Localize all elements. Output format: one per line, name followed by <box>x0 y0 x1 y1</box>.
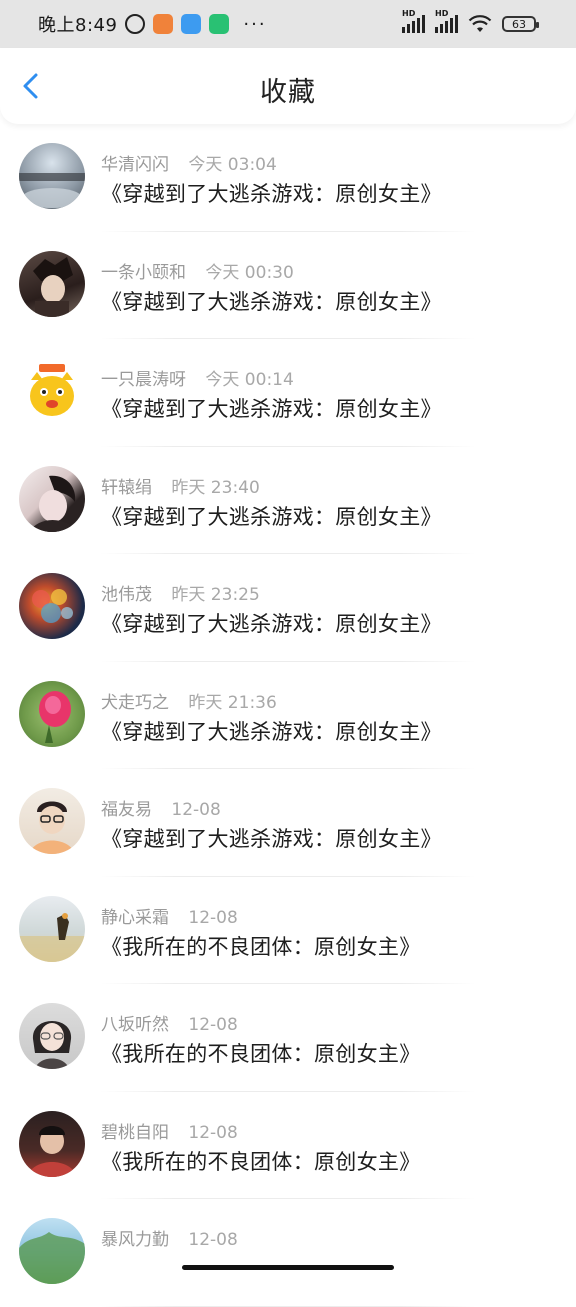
user-name[interactable]: 轩辕绢 <box>101 478 152 498</box>
timestamp: 12-08 <box>171 800 221 820</box>
user-name[interactable]: 碧桃自阳 <box>101 1123 169 1143</box>
item-title[interactable]: 《穿越到了大逃杀游戏：原创女主》 <box>101 178 442 208</box>
user-name[interactable]: 犬走巧之 <box>101 693 169 713</box>
item-title[interactable]: 《穿越到了大逃杀游戏：原创女主》 <box>101 823 442 853</box>
avatar[interactable] <box>19 358 85 424</box>
hd-label-2: HD <box>435 9 449 18</box>
timestamp: 昨天 23:25 <box>171 585 260 605</box>
user-name[interactable]: 池伟茂 <box>101 585 152 605</box>
timestamp: 昨天 21:36 <box>188 692 277 713</box>
item-meta: 静心采霜 12-08 <box>101 903 238 928</box>
item-meta: 暴风力勤 12-08 <box>101 1225 238 1250</box>
user-name[interactable]: 静心采霜 <box>101 908 169 928</box>
list-item[interactable]: 八坂听然 12-08 《我所在的不良团体：原创女主》 <box>0 984 576 1092</box>
cloud-notification-icon <box>181 14 202 34</box>
item-meta: 轩辕绢 昨天 23:40 <box>101 473 260 498</box>
item-meta: 犬走巧之 昨天 21:36 <box>101 688 277 713</box>
list-item[interactable]: 一条小颐和 今天 00:30 《穿越到了大逃杀游戏：原创女主》 <box>0 232 576 340</box>
avatar[interactable] <box>19 250 85 317</box>
timestamp: 12-08 <box>188 1230 238 1250</box>
avatar[interactable] <box>19 1003 85 1069</box>
shield-notification-icon <box>209 14 230 34</box>
item-meta: 一只晨涛呀 今天 00:14 <box>101 365 294 390</box>
item-title[interactable]: 《穿越到了大逃杀游戏：原创女主》 <box>101 716 442 746</box>
item-title[interactable]: 《穿越到了大逃杀游戏：原创女主》 <box>101 608 442 638</box>
item-meta: 碧桃自阳 12-08 <box>101 1118 238 1143</box>
list-item[interactable]: 犬走巧之 昨天 21:36 《穿越到了大逃杀游戏：原创女主》 <box>0 662 576 770</box>
favorites-list: 华清闪闪 今天 03:04 《穿越到了大逃杀游戏：原创女主》 一条小颐和 今天 … <box>0 124 576 1307</box>
avatar[interactable] <box>19 895 85 962</box>
avatar[interactable] <box>19 788 85 854</box>
user-name[interactable]: 一只晨涛呀 <box>101 370 186 390</box>
avatar[interactable] <box>19 1110 85 1177</box>
avatar[interactable] <box>19 573 85 639</box>
avatar[interactable] <box>19 465 85 532</box>
timestamp: 12-08 <box>188 1015 238 1035</box>
item-meta: 福友易 12-08 <box>101 795 221 820</box>
list-item[interactable]: 轩辕绢 昨天 23:40 《穿越到了大逃杀游戏：原创女主》 <box>0 447 576 555</box>
list-item[interactable]: 池伟茂 昨天 23:25 《穿越到了大逃杀游戏：原创女主》 <box>0 554 576 662</box>
hd-label: HD <box>402 9 416 18</box>
status-bar: 晚上8:49 ··· HD HD 63 <box>0 0 576 48</box>
user-name[interactable]: 暴风力勤 <box>101 1230 169 1250</box>
user-name[interactable]: 华清闪闪 <box>101 155 169 175</box>
timestamp: 今天 03:04 <box>188 155 277 175</box>
item-title[interactable]: 《穿越到了大逃杀游戏：原创女主》 <box>101 286 442 316</box>
home-indicator[interactable] <box>182 1265 394 1270</box>
avatar[interactable] <box>19 1218 85 1284</box>
item-title[interactable]: 《穿越到了大逃杀游戏：原创女主》 <box>101 393 442 423</box>
status-left: 晚上8:49 ··· <box>38 11 267 37</box>
user-name[interactable]: 福友易 <box>101 800 152 820</box>
list-item[interactable]: 静心采霜 12-08 《我所在的不良团体：原创女主》 <box>0 877 576 985</box>
item-title[interactable]: 《我所在的不良团体：原创女主》 <box>101 1146 421 1176</box>
item-title[interactable]: 《穿越到了大逃杀游戏：原创女主》 <box>101 501 442 531</box>
signal-icon: HD <box>402 9 425 33</box>
app-notification-icon <box>153 14 174 34</box>
list-item[interactable]: 暴风力勤 12-08 <box>0 1199 576 1307</box>
avatar[interactable] <box>19 143 85 209</box>
alarm-icon <box>125 14 146 34</box>
item-meta: 池伟茂 昨天 23:25 <box>101 580 260 605</box>
list-item[interactable]: 福友易 12-08 《穿越到了大逃杀游戏：原创女主》 <box>0 769 576 877</box>
header: 收藏 <box>0 48 576 124</box>
list-item[interactable]: 一只晨涛呀 今天 00:14 《穿越到了大逃杀游戏：原创女主》 <box>0 339 576 447</box>
battery-icon: 63 <box>502 16 539 32</box>
item-title[interactable]: 《我所在的不良团体：原创女主》 <box>101 1038 421 1068</box>
signal-icon-2: HD <box>435 9 458 33</box>
timestamp: 12-08 <box>188 1122 238 1143</box>
status-right: HD HD 63 <box>402 0 539 48</box>
page-title: 收藏 <box>260 77 316 108</box>
timestamp: 今天 00:30 <box>205 262 294 283</box>
wifi-icon <box>468 15 492 32</box>
item-meta: 华清闪闪 今天 03:04 <box>101 150 277 175</box>
more-notifications-icon: ··· <box>243 13 267 35</box>
item-title[interactable]: 《我所在的不良团体：原创女主》 <box>101 931 421 961</box>
list-item[interactable]: 碧桃自阳 12-08 《我所在的不良团体：原创女主》 <box>0 1092 576 1200</box>
item-meta: 一条小颐和 今天 00:30 <box>101 258 294 283</box>
user-name[interactable]: 一条小颐和 <box>101 263 186 283</box>
timestamp: 今天 00:14 <box>205 370 294 390</box>
avatar[interactable] <box>19 680 85 747</box>
item-meta: 八坂听然 12-08 <box>101 1010 238 1035</box>
timestamp: 12-08 <box>188 907 238 928</box>
status-time: 晚上8:49 <box>38 15 118 36</box>
list-item[interactable]: 华清闪闪 今天 03:04 《穿越到了大逃杀游戏：原创女主》 <box>0 124 576 232</box>
timestamp: 昨天 23:40 <box>171 477 260 498</box>
user-name[interactable]: 八坂听然 <box>101 1015 169 1035</box>
